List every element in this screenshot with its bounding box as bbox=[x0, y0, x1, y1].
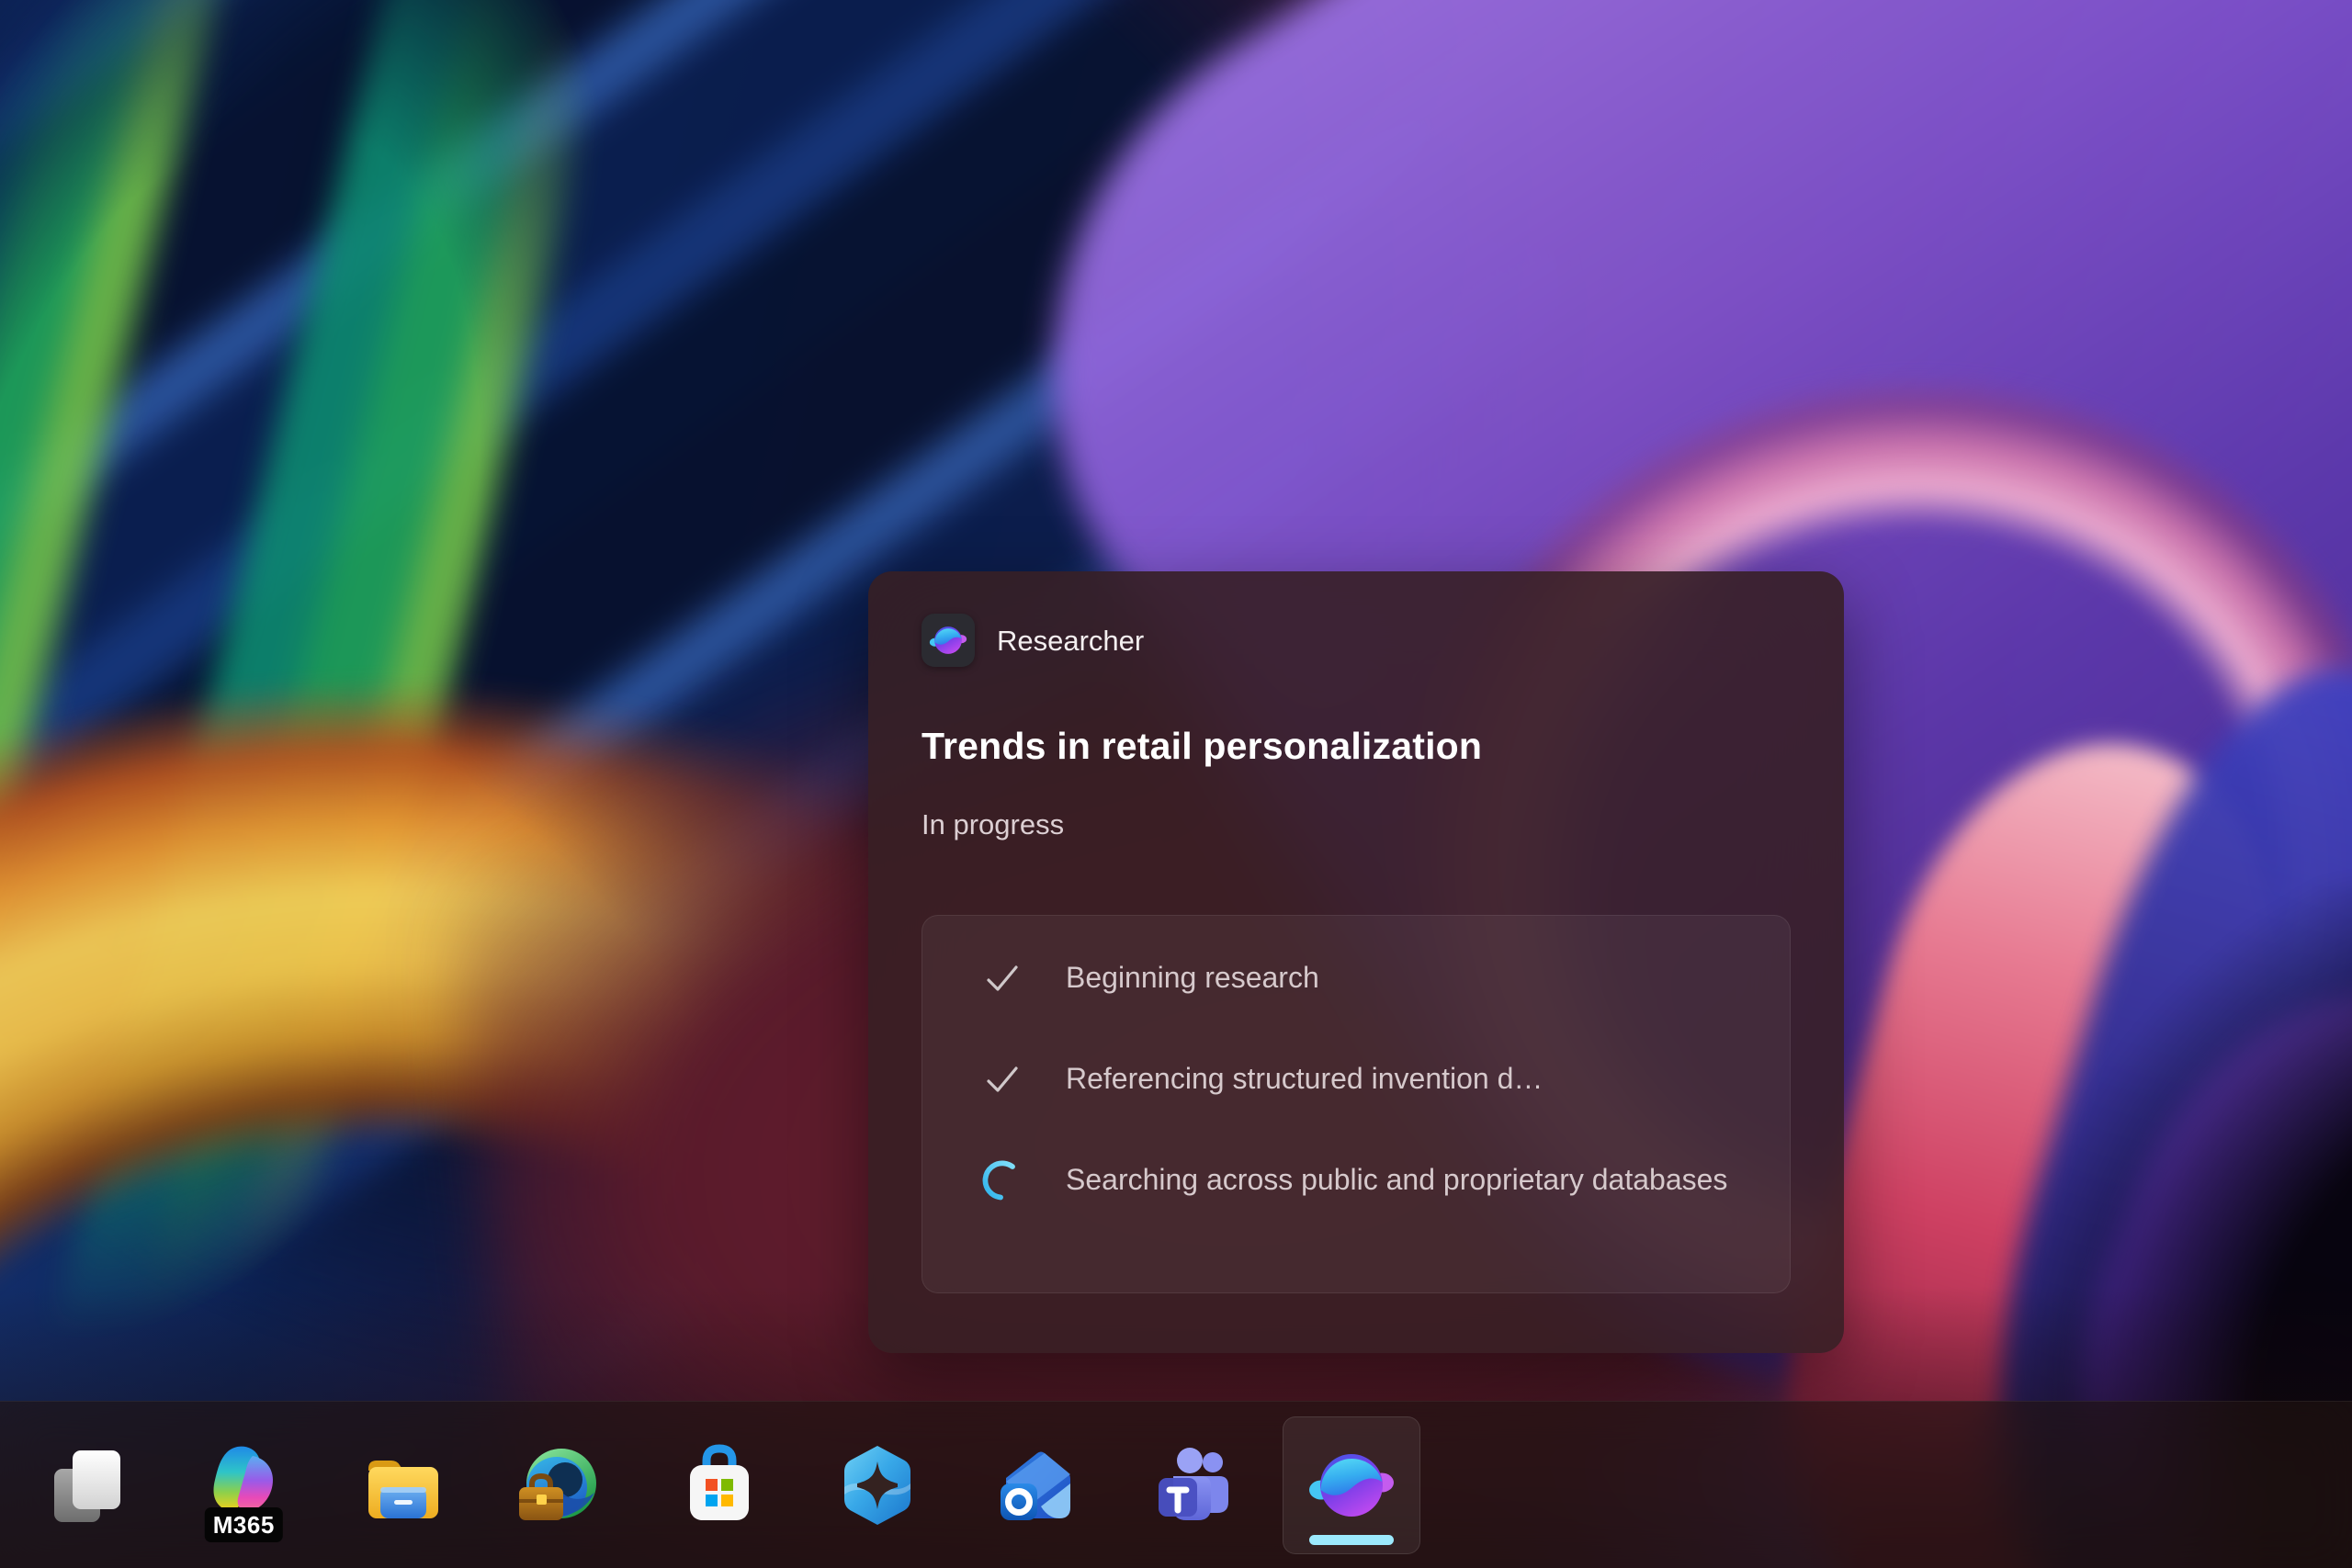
taskbar-item-task-view[interactable] bbox=[18, 1416, 156, 1554]
researcher-icon bbox=[1307, 1441, 1396, 1529]
card-app-name: Researcher bbox=[997, 624, 1144, 659]
step-row-completed: Beginning research bbox=[981, 954, 1738, 1002]
microsoft-store-icon bbox=[675, 1441, 763, 1529]
researcher-progress-card[interactable]: Researcher Trends in retail personalizat… bbox=[868, 571, 1844, 1353]
card-title: Trends in retail personalization bbox=[922, 723, 1482, 769]
desktop: Researcher Trends in retail personalizat… bbox=[0, 0, 2352, 1568]
step-row-completed: Referencing structured invention d… bbox=[981, 1055, 1738, 1103]
task-view-icon bbox=[43, 1441, 131, 1529]
researcher-app-icon bbox=[922, 614, 975, 667]
card-status: In progress bbox=[922, 807, 1064, 843]
taskbar-item-m365-copilot[interactable]: M365 bbox=[176, 1416, 314, 1554]
taskbar-item-copilot[interactable] bbox=[808, 1416, 946, 1554]
step-row-in-progress: Searching across public and proprietary … bbox=[981, 1156, 1738, 1204]
active-app-indicator bbox=[1309, 1535, 1394, 1545]
taskbar-item-edge-work[interactable] bbox=[492, 1416, 630, 1554]
step-label: Referencing structured invention d… bbox=[1066, 1055, 1543, 1101]
copilot-icon bbox=[833, 1441, 922, 1529]
checkmark-icon bbox=[981, 1055, 1023, 1103]
outlook-icon bbox=[991, 1441, 1080, 1529]
wallpaper-green-ribbons bbox=[0, 0, 944, 1568]
step-label: Searching across public and proprietary … bbox=[1066, 1156, 1727, 1202]
taskbar-item-file-explorer[interactable] bbox=[334, 1416, 472, 1554]
researcher-swirl-icon bbox=[929, 621, 967, 660]
steps-panel: Beginning research Referencing structure… bbox=[922, 915, 1791, 1293]
progress-spinner-icon bbox=[981, 1156, 1023, 1204]
taskbar: M365 bbox=[0, 1401, 2352, 1568]
taskbar-item-microsoft-store[interactable] bbox=[650, 1416, 788, 1554]
checkmark-icon bbox=[981, 954, 1023, 1002]
file-explorer-icon bbox=[359, 1441, 447, 1529]
m365-badge: M365 bbox=[205, 1507, 283, 1542]
taskbar-item-teams[interactable] bbox=[1125, 1416, 1262, 1554]
taskbar-item-outlook[interactable] bbox=[967, 1416, 1104, 1554]
taskbar-item-researcher[interactable] bbox=[1283, 1416, 1420, 1554]
teams-icon bbox=[1149, 1441, 1238, 1529]
edge-browser-icon bbox=[517, 1441, 605, 1529]
step-label: Beginning research bbox=[1066, 954, 1319, 1000]
